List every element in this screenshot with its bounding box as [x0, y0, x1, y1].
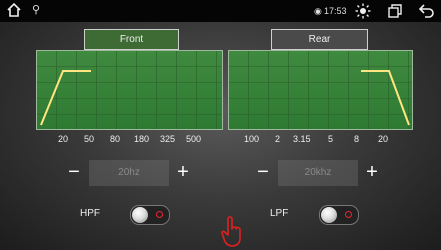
lpf-decrease-button[interactable]: − [250, 160, 276, 186]
tick-label: 50 [84, 134, 95, 144]
tick-label: 20 [58, 134, 69, 144]
lpf-toggle[interactable] [319, 205, 359, 225]
hpf-increase-button[interactable]: + [170, 160, 196, 186]
tab-front[interactable]: Front [84, 29, 179, 50]
hpf-decrease-button[interactable]: − [61, 160, 87, 186]
tick-label: 500 [186, 134, 202, 144]
tick-label: 20 [378, 134, 389, 144]
hpf-response-graph [36, 50, 223, 130]
lpf-response-graph [228, 50, 413, 130]
home-icon[interactable] [6, 2, 22, 18]
tick-label: 8 [354, 134, 360, 144]
lpf-frequency-stepper: − 20khz + [250, 160, 385, 186]
tick-label: 180 [134, 134, 150, 144]
hpf-frequency-stepper: − 20hz + [61, 160, 196, 186]
tick-label: 325 [160, 134, 176, 144]
lpf-frequency-field[interactable]: 20khz [278, 160, 358, 186]
location-icon: ◉ [314, 6, 322, 16]
brightness-icon[interactable] [355, 3, 371, 19]
tick-label: 100 [244, 134, 260, 144]
status-bar: ⚲ ◉ 17:53 [0, 0, 441, 22]
tick-label: 5 [328, 134, 334, 144]
toggle-knob [321, 207, 337, 223]
hpf-toggle[interactable] [130, 205, 170, 225]
lpf-label: LPF [270, 208, 289, 219]
usb-icon: ⚲ [32, 4, 41, 16]
hpf-frequency-field[interactable]: 20hz [89, 160, 169, 186]
toggle-knob [132, 207, 148, 223]
hpf-curve [40, 70, 91, 126]
hpf-label: HPF [80, 208, 100, 219]
tick-label: 80 [110, 134, 121, 144]
status-time: 17:53 [324, 6, 347, 16]
recent-apps-icon[interactable] [388, 4, 402, 18]
pointer-hand-icon [221, 216, 241, 247]
lpf-curve [361, 70, 410, 126]
tick-label: 3.15 [293, 134, 311, 144]
tick-label: 2 [275, 134, 281, 144]
back-icon[interactable] [419, 4, 434, 18]
lpf-increase-button[interactable]: + [359, 160, 385, 186]
toggle-indicator-icon [156, 211, 163, 218]
toggle-indicator-icon [345, 211, 352, 218]
tab-rear[interactable]: Rear [271, 29, 368, 50]
